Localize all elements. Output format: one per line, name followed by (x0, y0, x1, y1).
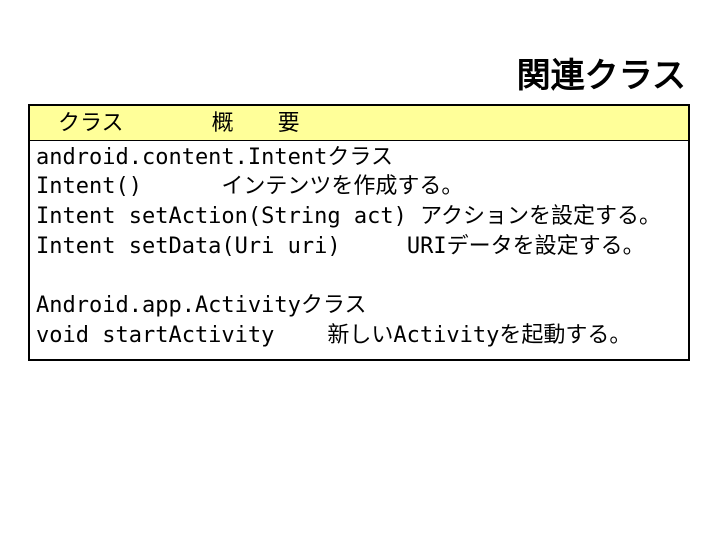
page-title: 関連クラス (517, 48, 686, 97)
table-row: Intent() インテンツを作成する。 (36, 172, 682, 202)
table-body: android.content.IntentクラスIntent() インテンツを… (30, 141, 688, 359)
table-row: Intent setData(Uri uri) URIデータを設定する。 (36, 232, 682, 262)
table-row: Intent setAction(String act) アクションを設定する。 (36, 202, 682, 232)
header-col-class: クラス (36, 110, 124, 135)
class-reference-table: クラス 概 要 android.content.IntentクラスIntent(… (28, 104, 690, 361)
header-col-summary: 概 要 (124, 110, 300, 135)
table-row: Android.app.Activityクラス (36, 291, 682, 321)
table-row: void startActivity 新しいActivityを起動する。 (36, 321, 682, 351)
table-row (36, 261, 682, 291)
table-row: android.content.Intentクラス (36, 143, 682, 173)
table-header-row: クラス 概 要 (30, 106, 688, 141)
